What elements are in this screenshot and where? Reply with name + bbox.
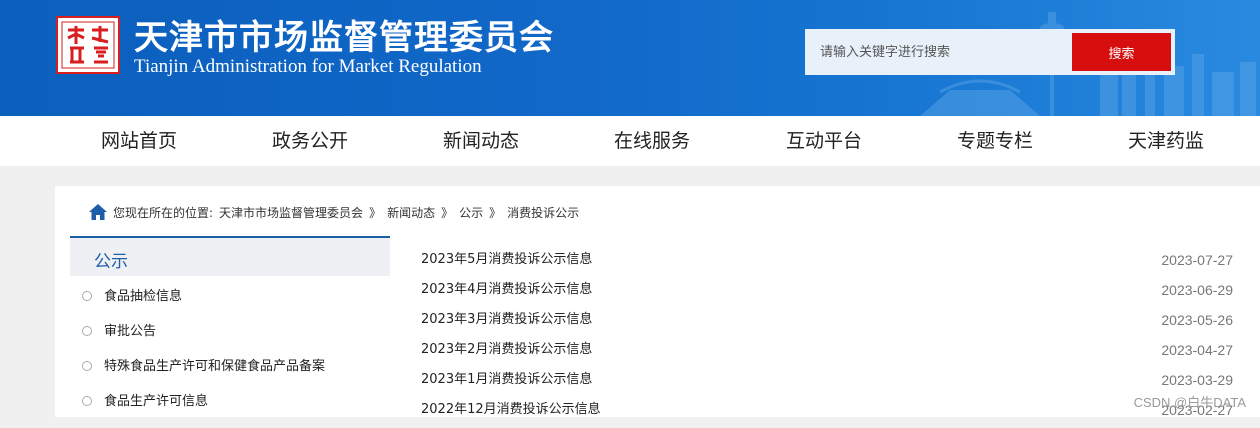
list-item-date: 2023-03-29 (1161, 372, 1233, 388)
nav-item-news[interactable]: 新闻动态 (443, 116, 519, 166)
list-item: 2023年1月消费投诉公示信息 2023-03-29 (421, 368, 1233, 398)
list-item: 2023年2月消费投诉公示信息 2023-04-27 (421, 338, 1233, 368)
main-nav: 网站首页 政务公开 新闻动态 在线服务 互动平台 专题专栏 天津药监 (0, 116, 1260, 166)
search-input[interactable] (805, 29, 1071, 75)
nav-item-special-topics[interactable]: 专题专栏 (957, 116, 1033, 166)
circle-bullet-icon (82, 361, 92, 371)
content-panel: 您现在所在的位置: 天津市市场监督管理委员会 》 新闻动态 》 公示 》 消费投… (55, 186, 1260, 418)
logo-seal (56, 16, 120, 74)
sidebar-item-approval-notice[interactable]: 审批公告 (70, 316, 390, 351)
list-item-title-link[interactable]: 2023年2月消费投诉公示信息 (421, 338, 592, 357)
circle-bullet-icon (82, 396, 92, 406)
list-item-date: 2023-05-26 (1161, 312, 1233, 328)
list-item-date: 2023-07-27 (1161, 252, 1233, 268)
nav-item-online-services[interactable]: 在线服务 (614, 116, 690, 166)
nav-item-tianjin-drug[interactable]: 天津药监 (1128, 116, 1204, 166)
circle-bullet-icon (82, 291, 92, 301)
list-item-title-link[interactable]: 2022年12月消费投诉公示信息 (421, 398, 601, 417)
search-box: 搜索 (805, 29, 1175, 75)
site-title: 天津市市场监督管理委员会 (134, 18, 554, 58)
sidebar-item-label: 特殊食品生产许可和保健食品产品备案 (104, 359, 326, 374)
site-header: 天津市市场监督管理委员会 Tianjin Administration for … (0, 0, 1260, 116)
circle-bullet-icon (82, 326, 92, 336)
sidebar-title: 公示 (94, 252, 128, 272)
sidebar-item-label: 食品抽检信息 (104, 289, 183, 304)
home-icon (89, 204, 107, 220)
nav-item-home[interactable]: 网站首页 (101, 116, 177, 166)
site-subtitle: Tianjin Administration for Market Regula… (134, 56, 482, 77)
notice-list: 2023年5月消费投诉公示信息 2023-07-27 2023年4月消费投诉公示… (421, 186, 1233, 418)
sidebar-item-label: 审批公告 (104, 324, 157, 339)
breadcrumb-link-home[interactable]: 天津市市场监督管理委员会 (219, 204, 363, 221)
sidebar: 公示 食品抽检信息 审批公告 特殊食品生产许可和保健食品产品备案 食品生产许可信… (70, 236, 390, 417)
list-item-date: 2023-04-27 (1161, 342, 1233, 358)
list-item: 2023年3月消费投诉公示信息 2023-05-26 (421, 308, 1233, 338)
breadcrumb-prefix: 您现在所在的位置: (113, 205, 214, 220)
sidebar-item-label: 食品生产许可信息 (104, 394, 209, 409)
nav-item-interaction[interactable]: 互动平台 (786, 116, 862, 166)
list-item-title-link[interactable]: 2023年3月消费投诉公示信息 (421, 308, 592, 327)
list-item-title-link[interactable]: 2023年1月消费投诉公示信息 (421, 368, 592, 387)
sidebar-item-food-production-license[interactable]: 食品生产许可信息 (70, 386, 390, 421)
nav-item-government-affairs[interactable]: 政务公开 (272, 116, 348, 166)
list-item: 2022年12月消费投诉公示信息 2023-02-27 (421, 398, 1233, 428)
list-item: 2023年5月消费投诉公示信息 2023-07-27 (421, 248, 1233, 278)
search-button[interactable]: 搜索 (1072, 33, 1171, 71)
list-item-title-link[interactable]: 2023年5月消费投诉公示信息 (421, 248, 592, 267)
list-item: 2023年4月消费投诉公示信息 2023-06-29 (421, 278, 1233, 308)
sidebar-item-special-food-license[interactable]: 特殊食品生产许可和保健食品产品备案 (70, 351, 390, 386)
watermark: CSDN @白牛DATA (1133, 395, 1246, 410)
sidebar-item-food-sampling[interactable]: 食品抽检信息 (70, 281, 390, 316)
list-item-title-link[interactable]: 2023年4月消费投诉公示信息 (421, 278, 592, 297)
sidebar-header: 公示 (70, 236, 390, 276)
list-item-date: 2023-06-29 (1161, 282, 1233, 298)
breadcrumb-separator: 》 (369, 205, 382, 220)
